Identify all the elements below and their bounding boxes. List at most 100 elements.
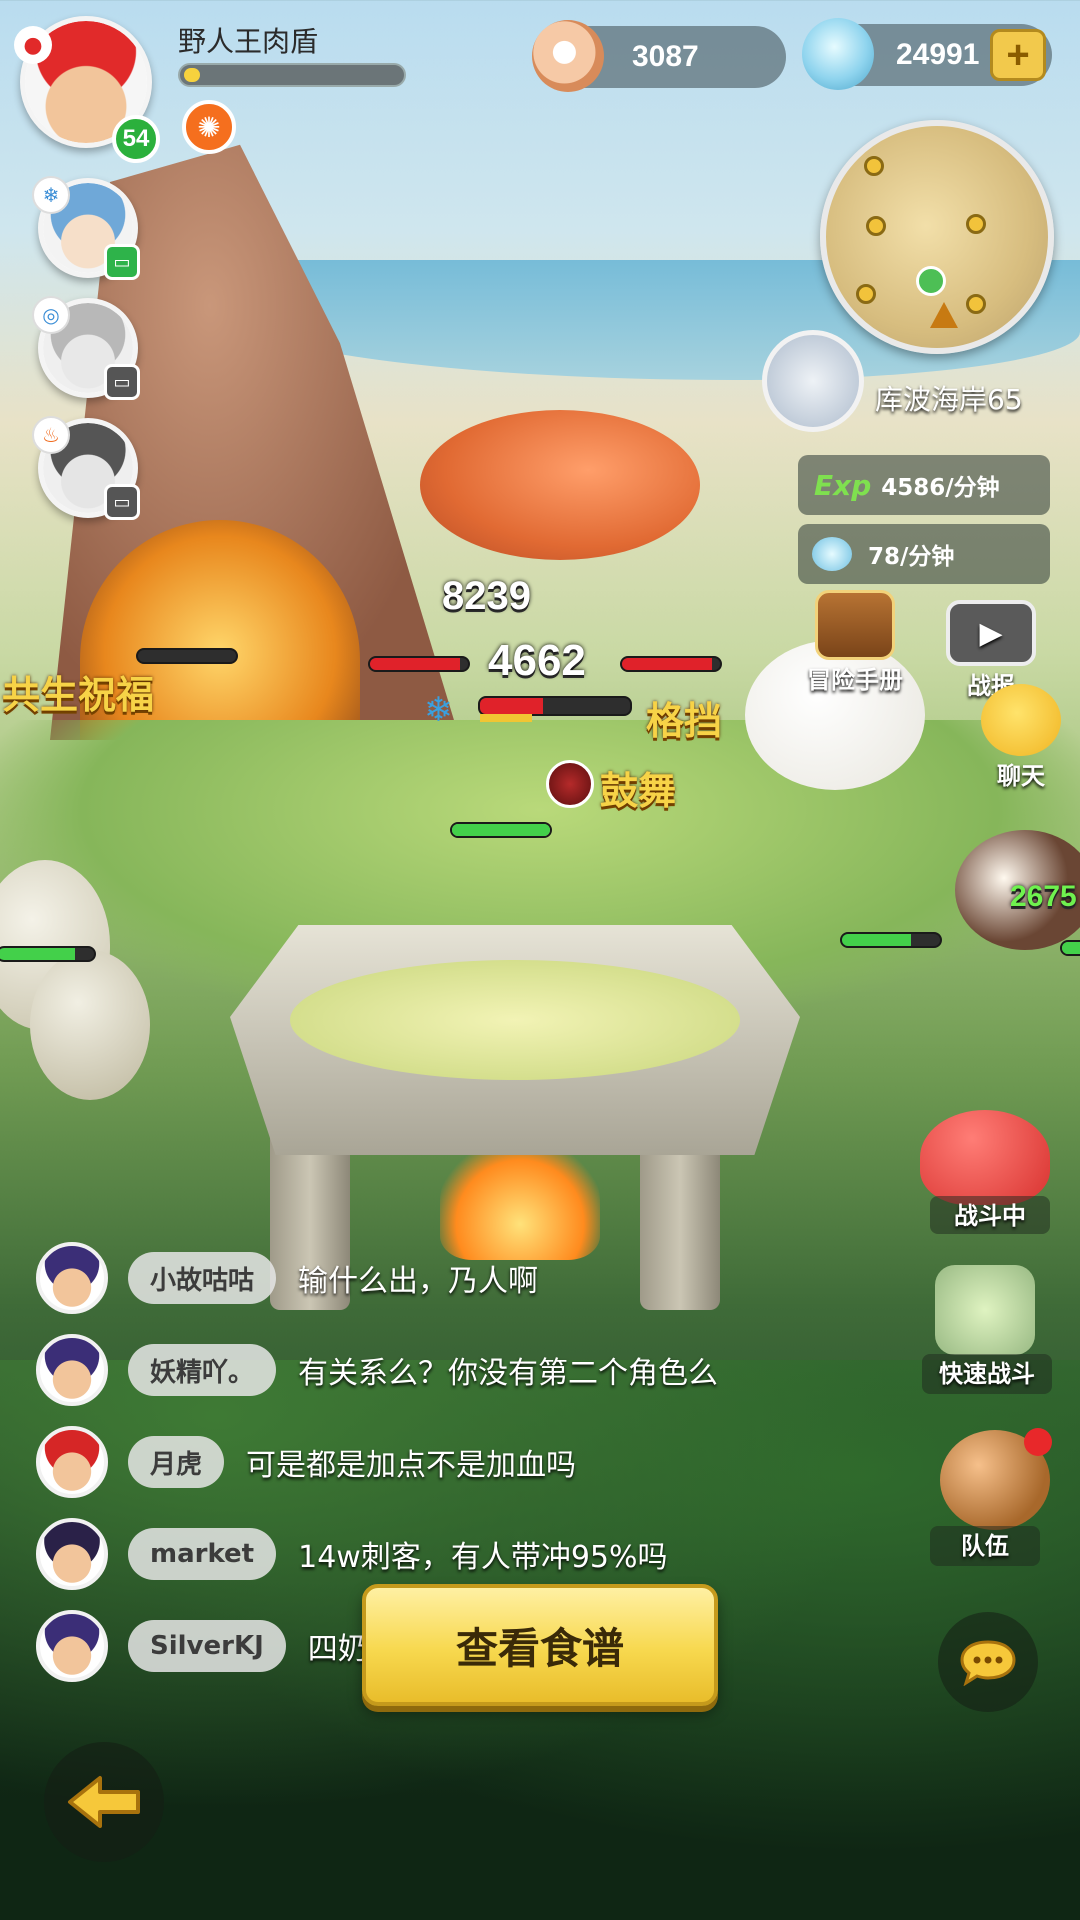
chat-avatar	[36, 1242, 108, 1314]
hp-fill	[370, 658, 461, 670]
chat-username[interactable]: 妖精吖。	[128, 1344, 277, 1396]
adventure-handbook-label: 冒险手册	[807, 666, 903, 694]
battling-button[interactable]: 战斗中	[930, 1196, 1050, 1234]
symbiosis-blessing-label: 共生祝福	[2, 673, 155, 717]
chat-username[interactable]: market	[128, 1528, 277, 1580]
chat-text: 四奶	[307, 1632, 368, 1667]
pearl-shell-icon	[532, 20, 604, 92]
enemy-hp-bar	[136, 648, 238, 664]
plus-icon: +	[1006, 32, 1030, 77]
tv-play-icon: ▶	[946, 600, 1036, 666]
pearl-amount: 3087	[632, 40, 699, 73]
chat-avatar	[36, 1426, 108, 1498]
team-label: 队伍	[961, 1532, 1009, 1560]
fire-element-icon: ●	[14, 26, 52, 64]
pearl-currency[interactable]: 3087	[532, 20, 786, 92]
chat-avatar	[36, 1334, 108, 1406]
team-button[interactable]: 队伍	[930, 1526, 1040, 1566]
chat-bubble-icon	[960, 1640, 1016, 1686]
shell-currency[interactable]: 24991 +	[802, 18, 1052, 90]
chat-avatar	[36, 1518, 108, 1590]
map-node	[966, 214, 986, 234]
crystal-shell-icon	[802, 18, 874, 90]
pot-soup	[290, 960, 740, 1080]
chat-message[interactable]: SilverKJ 四奶	[36, 1604, 368, 1688]
chat-username[interactable]: 小故咕咕	[128, 1252, 277, 1304]
chat-status-icon: ▭	[104, 364, 140, 400]
enemy-hp-bar	[368, 656, 470, 672]
chat-text: 输什么出，乃人啊	[298, 1264, 539, 1299]
chat-status-icon: ▭	[104, 484, 140, 520]
heal-number: 2675	[1010, 880, 1077, 913]
chat-message[interactable]: 小故咕咕 输什么出，乃人啊	[36, 1236, 538, 1320]
chat-text: 可是都是加点不是加血吗	[246, 1448, 577, 1483]
map-node	[866, 216, 886, 236]
chat-avatar	[36, 1610, 108, 1682]
exp-rate: Exp 4586/分钟	[798, 455, 1050, 515]
player-xp-bar	[178, 63, 406, 87]
exp-label: Exp	[814, 468, 872, 502]
minimap[interactable]	[820, 120, 1054, 354]
chat-username[interactable]: 月虎	[128, 1436, 225, 1488]
exp-rate-value: 4586/分钟	[881, 475, 1000, 501]
hp-fill	[0, 948, 75, 960]
map-node	[966, 294, 986, 314]
crystal-shell-icon	[812, 537, 852, 571]
area-boss-portrait[interactable]	[762, 330, 864, 432]
chat-label: 聊天	[997, 762, 1045, 790]
ally-hp-bar	[0, 946, 96, 962]
shell-rate: 78/分钟	[798, 524, 1050, 584]
dinosaur-egg-small	[30, 950, 150, 1100]
chat-button[interactable]: 聊天	[966, 684, 1076, 791]
player-level-badge: 54	[112, 115, 160, 163]
target-energy-bar	[480, 714, 532, 722]
back-button[interactable]	[44, 1742, 164, 1862]
smiley-chat-icon	[981, 684, 1061, 756]
hp-fill	[622, 658, 713, 670]
direction-arrow-icon	[930, 302, 958, 328]
hp-fill	[1062, 942, 1080, 954]
hp-fill	[842, 934, 911, 946]
drum-buff-icon	[546, 760, 594, 808]
add-currency-button[interactable]: +	[990, 29, 1046, 81]
back-arrow-icon	[68, 1776, 140, 1828]
ally-hp-bar	[450, 822, 552, 838]
ally-hp-bar	[1060, 940, 1080, 956]
shell-amount: 24991	[896, 38, 980, 71]
quick-battle-label: 快速战斗	[939, 1360, 1035, 1388]
chat-message[interactable]: 妖精吖。 有关系么？你没有第二个角色么	[36, 1328, 718, 1412]
map-node	[864, 156, 884, 176]
map-node	[856, 284, 876, 304]
battling-label: 战斗中	[954, 1202, 1026, 1230]
area-name: 库波海岸65	[875, 383, 1023, 416]
chat-message[interactable]: 月虎 可是都是加点不是加血吗	[36, 1420, 576, 1504]
buff-status-icon[interactable]: ✺	[182, 100, 236, 154]
water-element-icon: ❄	[32, 176, 70, 214]
stone-golem-icon	[935, 1265, 1035, 1355]
enemy-hp-bar	[620, 656, 722, 672]
chat-text: 14w刺客，有人带冲95%吗	[298, 1540, 668, 1575]
player-location-icon	[916, 266, 946, 296]
fire-element-icon: ♨	[32, 416, 70, 454]
drum-dance-label: 鼓舞	[600, 769, 677, 813]
player-name: 野人王肉盾	[178, 25, 319, 58]
ally-hp-bar	[840, 932, 942, 948]
quick-battle-button[interactable]: 快速战斗	[922, 1354, 1052, 1394]
player-xp-fill	[184, 68, 200, 82]
block-label: 格挡	[646, 699, 723, 743]
chat-status-icon: ▭	[104, 244, 140, 280]
chat-text: 有关系么？你没有第二个角色么	[298, 1356, 719, 1391]
adventure-handbook-button[interactable]: 冒险手册	[790, 590, 920, 695]
frost-debuff-icon: ❄	[424, 690, 453, 730]
shell-rate-value: 78/分钟	[868, 544, 955, 570]
damage-number: 4662	[488, 636, 586, 685]
book-icon	[815, 590, 895, 660]
view-recipe-button[interactable]: 查看食谱	[362, 1584, 718, 1706]
chat-bubble-button[interactable]	[938, 1612, 1038, 1712]
hp-fill	[480, 698, 543, 714]
water-element-icon: ◎	[32, 296, 70, 334]
chat-username[interactable]: SilverKJ	[128, 1620, 286, 1672]
giant-meat-prop	[420, 410, 700, 560]
crab-monster-icon	[920, 1110, 1050, 1205]
hp-fill	[452, 824, 550, 836]
